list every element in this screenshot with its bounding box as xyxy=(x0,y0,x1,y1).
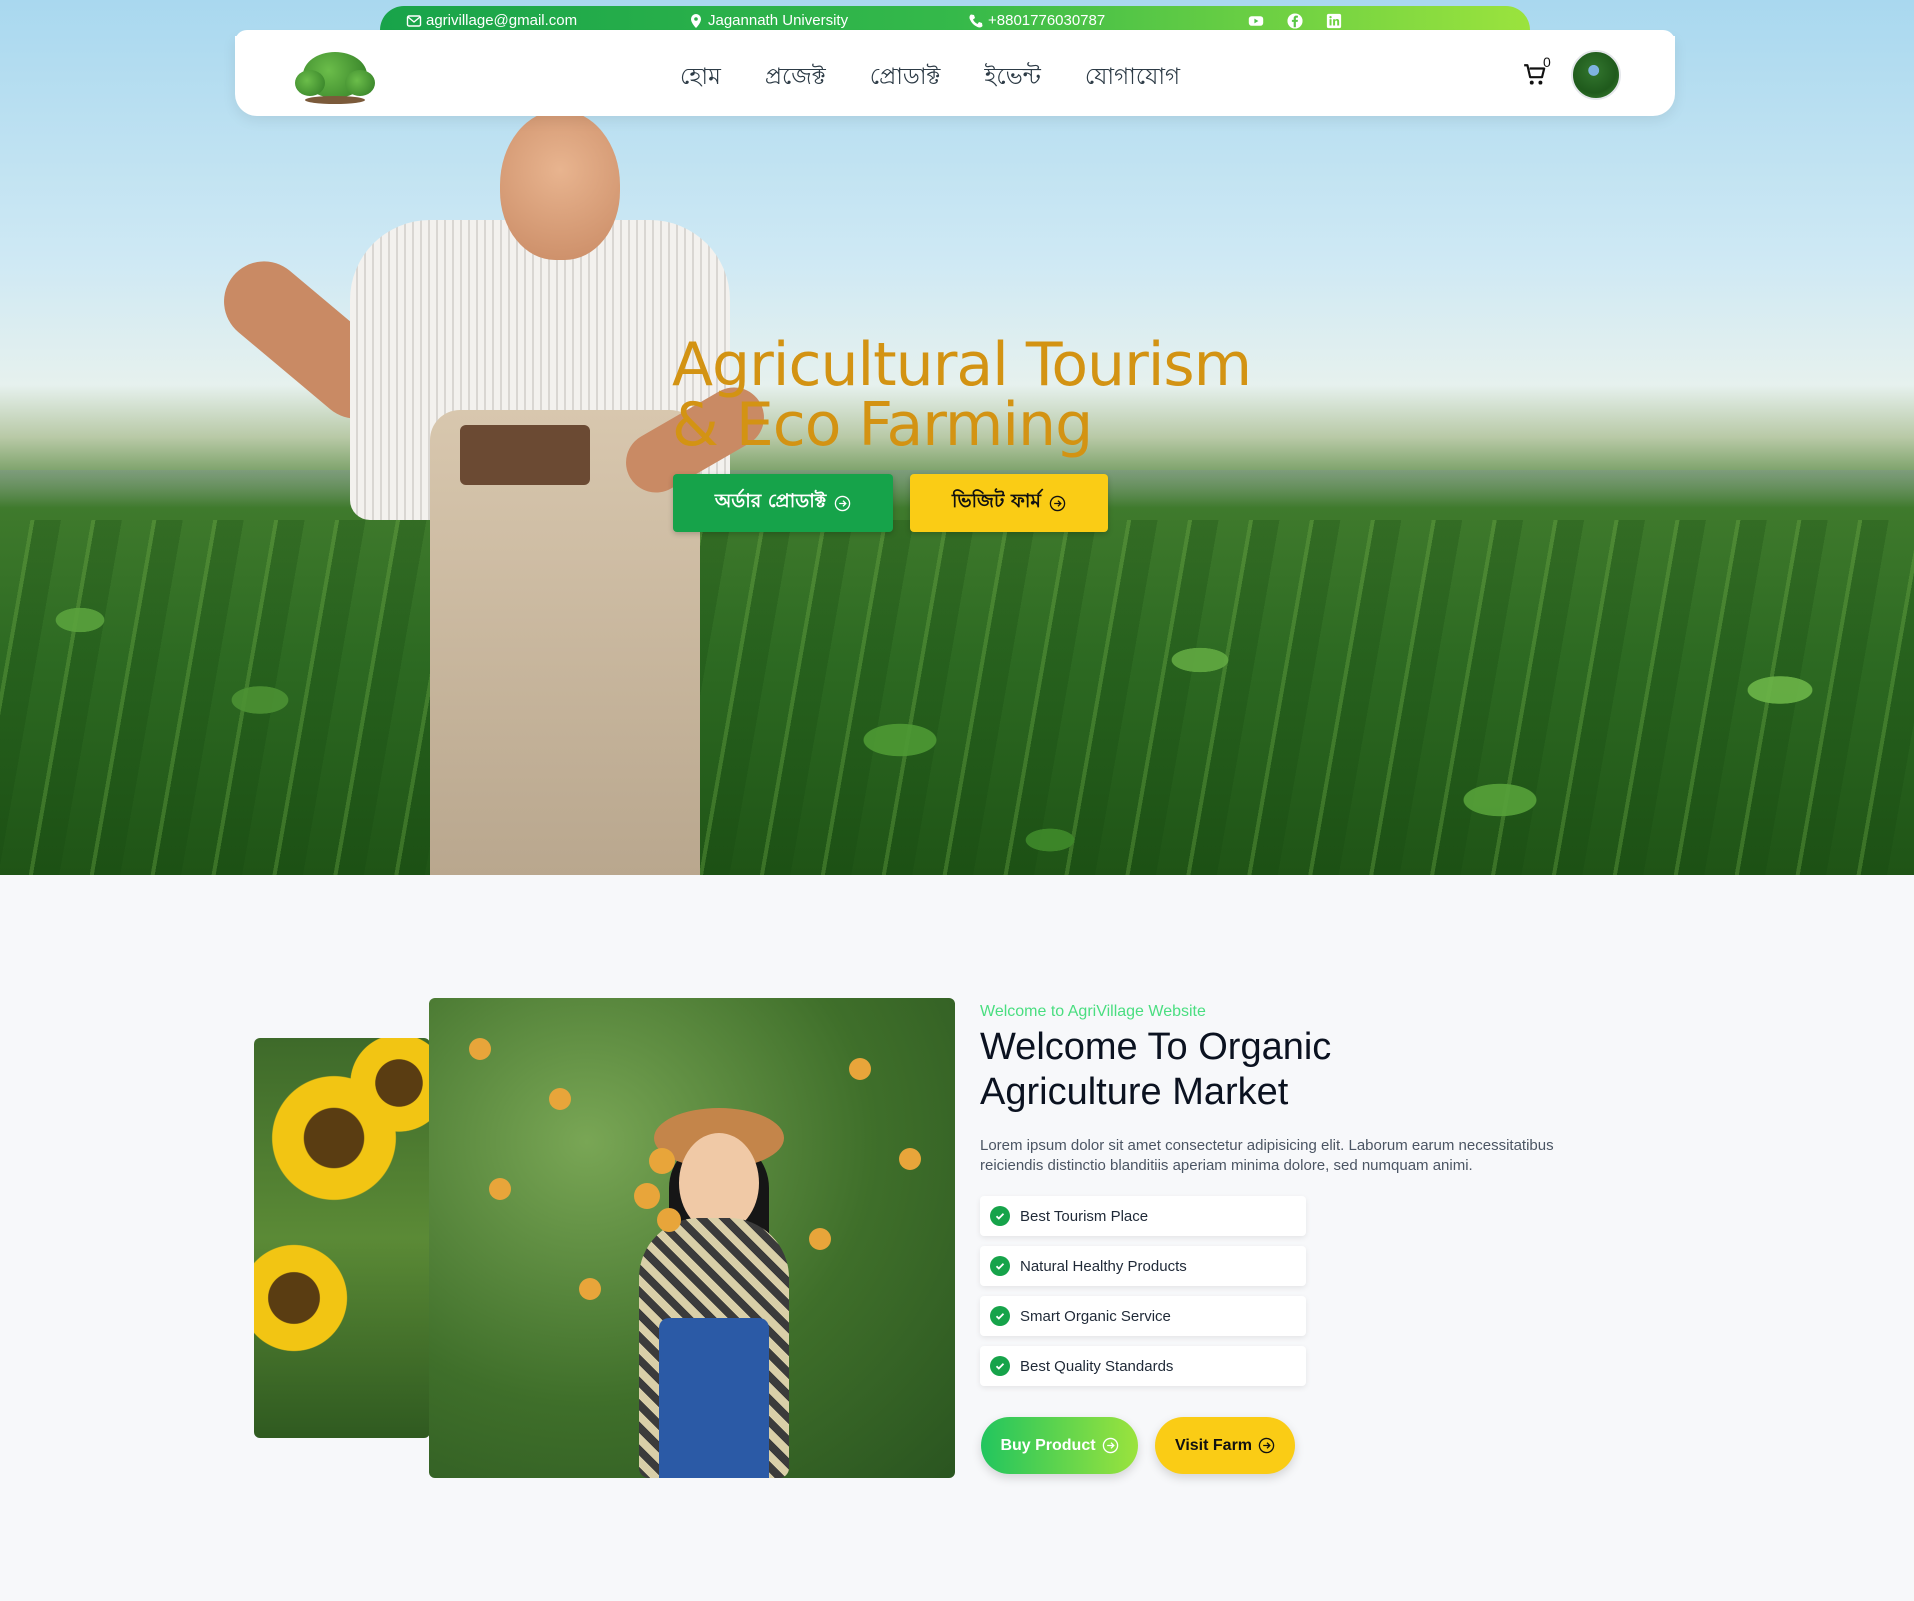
hero-title-line2: & Eco Farming xyxy=(672,390,1093,460)
location-pin-icon xyxy=(691,13,701,28)
feature-item: Smart Organic Service xyxy=(980,1296,1306,1336)
check-circle-icon xyxy=(990,1256,1010,1276)
user-avatar[interactable] xyxy=(1571,50,1621,100)
arrow-circle-icon xyxy=(834,495,851,511)
order-product-button[interactable]: অর্ডার প্রোডাক্ট xyxy=(673,474,893,532)
mail-icon xyxy=(406,14,422,27)
facebook-icon[interactable] xyxy=(1285,12,1305,30)
visit-farm-secondary-label: Visit Farm xyxy=(1174,1436,1253,1454)
site-logo[interactable] xyxy=(295,46,375,106)
sunflower-image xyxy=(254,1038,430,1438)
nav-links: হোম প্রজেক্ট প্রোডাক্ট ইভেন্ট যোগাযোগ xyxy=(680,58,1180,97)
location-contact: Jagannath University xyxy=(688,12,848,29)
phone-text: +8801776030787 xyxy=(988,12,1106,29)
feature-item: Best Quality Standards xyxy=(980,1346,1306,1386)
email-text: agrivillage@gmail.com xyxy=(426,12,578,29)
feature-item: Best Tourism Place xyxy=(980,1196,1306,1236)
order-product-label: অর্ডার প্রোডাক্ট xyxy=(714,490,827,512)
visit-farm-label: ভিজিট ফার্ম xyxy=(952,490,1041,512)
check-circle-icon xyxy=(990,1206,1010,1226)
nav-contact[interactable]: যোগাযোগ xyxy=(1085,58,1180,97)
location-text: Jagannath University xyxy=(708,12,849,29)
farmer-image xyxy=(200,110,775,875)
about-subtitle: Welcome to AgriVillage Website xyxy=(980,1003,1206,1020)
about-title: Welcome To Organic Agriculture Market xyxy=(980,1026,1332,1113)
phone-icon xyxy=(969,14,983,28)
feature-label: Best Tourism Place xyxy=(1020,1207,1149,1225)
feature-item: Natural Healthy Products xyxy=(980,1246,1306,1286)
arrow-circle-icon xyxy=(1258,1437,1275,1454)
hero-title-line1: Agricultural Tourism xyxy=(672,330,1252,400)
nav-projects[interactable]: প্রজেক্ট xyxy=(765,58,826,97)
buy-product-button[interactable]: Buy Product xyxy=(981,1417,1138,1474)
nav-home[interactable]: হোম xyxy=(680,58,721,97)
hero-title: Agricultural Tourism & Eco Farming xyxy=(672,335,1372,455)
arrow-circle-icon xyxy=(1102,1437,1118,1454)
visit-farm-secondary-button[interactable]: Visit Farm xyxy=(1155,1417,1295,1474)
check-circle-icon xyxy=(990,1356,1010,1376)
about-description: Lorem ipsum dolor sit amet consectetur a… xyxy=(980,1137,1554,1174)
nav-events[interactable]: ইভেন্ট xyxy=(984,58,1040,97)
phone-contact[interactable]: +8801776030787 xyxy=(968,12,1105,29)
woman-picking-oranges-image xyxy=(429,998,955,1478)
feature-label: Natural Healthy Products xyxy=(1020,1257,1187,1275)
feature-label: Best Quality Standards xyxy=(1020,1357,1174,1375)
check-circle-icon xyxy=(990,1306,1010,1326)
feature-list: Best Tourism Place Natural Healthy Produ… xyxy=(980,1196,1306,1396)
arrow-circle-icon xyxy=(1049,495,1066,511)
nav-products[interactable]: প্রোডাক্ট xyxy=(870,58,941,97)
youtube-icon[interactable] xyxy=(1246,12,1266,30)
linkedin-icon[interactable] xyxy=(1324,12,1344,30)
email-contact[interactable]: agrivillage@gmail.com xyxy=(406,12,577,29)
feature-label: Smart Organic Service xyxy=(1020,1307,1171,1325)
visit-farm-button[interactable]: ভিজিট ফার্ম xyxy=(910,474,1108,532)
buy-product-label: Buy Product xyxy=(1000,1436,1096,1454)
cart-count: 0 xyxy=(1543,54,1551,70)
main-navbar: হোম প্রজেক্ট প্রোডাক্ট ইভেন্ট যোগাযোগ 0 xyxy=(235,30,1675,116)
